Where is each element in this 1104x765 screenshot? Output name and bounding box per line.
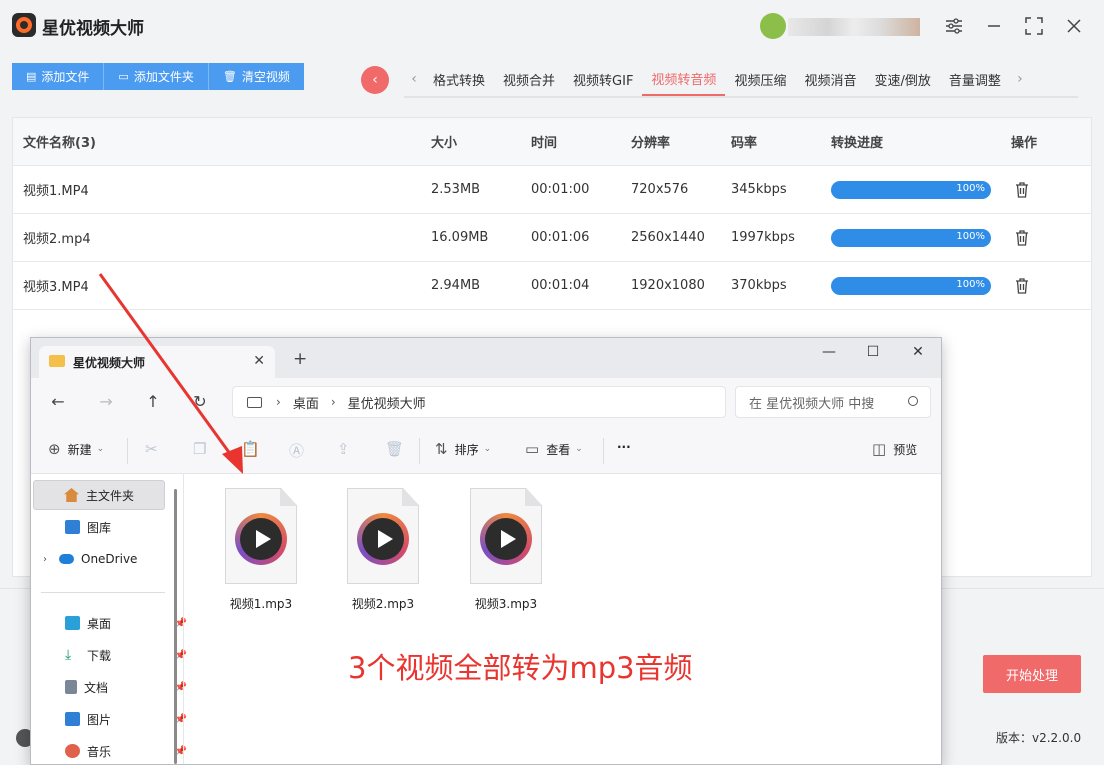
annotation-text: 3个视频全部转为mp3音频: [348, 651, 693, 685]
